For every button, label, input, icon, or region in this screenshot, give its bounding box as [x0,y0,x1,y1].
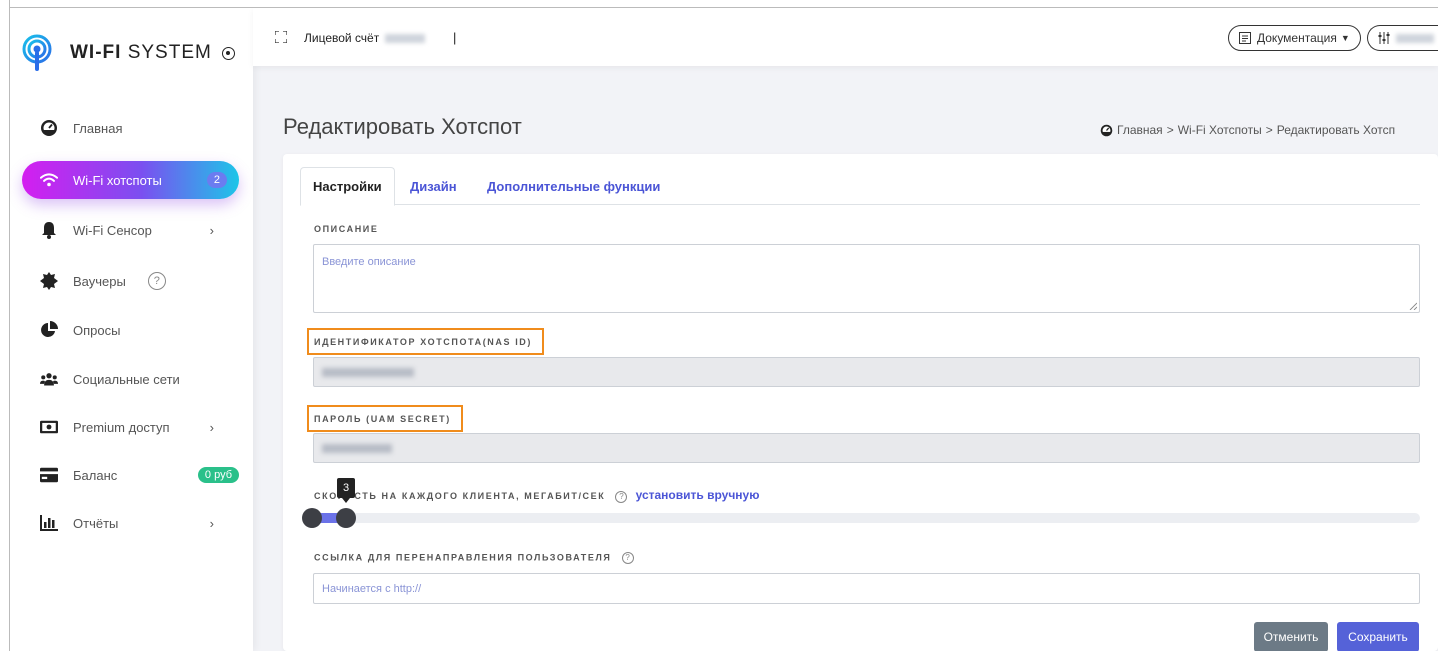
brand-name: WI-FI SYSTEM [70,42,212,63]
breadcrumb-separator: > [1166,123,1174,137]
user-menu-button[interactable] [1367,25,1438,51]
page-title: Редактировать Хотспот [283,114,522,139]
sidebar-item-label: Отчёты [73,515,119,531]
redirect-url-placeholder: Начинается с http:// [322,582,422,595]
sidebar-item-label: Социальные сети [73,371,180,387]
tab-extra-features[interactable]: Дополнительные функции [475,167,672,205]
bar-chart-icon [40,514,58,532]
pie-chart-icon [40,321,58,339]
resize-grip-icon[interactable] [1409,302,1417,310]
documentation-button[interactable]: Документация ▼ [1228,25,1361,51]
uam-secret-label: ПАРОЛЬ (UAM SECRET) [314,414,451,424]
chevron-right-icon: › [209,222,214,238]
save-button[interactable]: Сохранить [1337,622,1419,651]
sidebar-item-social[interactable]: Социальные сети [22,360,239,398]
user-name-redacted [1396,33,1434,43]
money-bill-icon [40,418,58,436]
brand-logo[interactable]: WI-FI SYSTEM [22,33,235,73]
sidebar-item-home[interactable]: Главная [22,109,239,147]
tab-bar: Настройки Дизайн Дополнительные функции [300,167,1420,206]
redirect-label: ССЫЛКА ДЛЯ ПЕРЕНАПРАВЛЕНИЯ ПОЛЬЗОВАТЕЛЯ … [314,552,634,564]
sidebar-item-surveys[interactable]: Опросы [22,311,239,349]
sidebar-item-balance[interactable]: Баланс 0 руб [22,456,239,494]
description-label: ОПИСАНИЕ [314,224,379,234]
wifi-icon [40,171,58,189]
uam-secret-field[interactable] [313,433,1420,463]
sidebar-item-label: Баланс [73,467,118,483]
redirect-url-input[interactable]: Начинается с http:// [313,573,1420,604]
users-icon [40,370,58,388]
description-placeholder: Введите описание [322,256,416,268]
breadcrumb-current: Редактировать Хотсп [1276,123,1396,137]
sidebar-item-label: Premium доступ [73,419,170,435]
balance-badge: 0 руб [197,467,239,483]
window-frame-top [0,0,1438,8]
help-icon[interactable]: ? [615,490,628,503]
caret-down-icon: ▼ [1340,33,1350,43]
description-textarea[interactable]: Введите описание [313,244,1420,313]
sidebar-item-vouchers[interactable]: Ваучеры ? [22,262,239,300]
help-icon[interactable]: ? [147,272,166,290]
sidebar-item-label: Ваучеры [73,273,126,289]
sidebar-item-premium[interactable]: Premium доступ › [22,408,239,446]
dashboard-icon [40,119,58,137]
chevron-right-icon: › [209,515,214,531]
speed-slider-track[interactable] [313,513,1420,523]
nas-id-value-redacted [322,367,414,377]
tab-design[interactable]: Дизайн [398,167,469,205]
account-number-redacted [385,34,426,44]
brand-mark-icon [221,46,235,60]
sidebar: WI-FI SYSTEM Главная Wi-Fi хотспоты 2 Wi… [10,8,253,651]
tab-settings[interactable]: Настройки [300,167,395,206]
account-number: Лицевой счёт [304,31,426,45]
fullscreen-icon[interactable] [274,30,288,44]
sidebar-item-label: Wi-Fi Сенсор [73,222,152,238]
speed-slider-min-handle[interactable] [302,508,322,528]
breadcrumb-hotspots[interactable]: Wi-Fi Хотспоты [1178,123,1262,137]
hotspot-count-badge: 2 [206,172,227,188]
sidebar-item-wifi-sensor[interactable]: Wi-Fi Сенсор › [22,211,239,249]
breadcrumb: Главная > Wi-Fi Хотспоты > Редактировать… [1100,123,1399,137]
settings-sliders-icon [1378,32,1390,44]
sidebar-item-label: Wi-Fi хотспоты [73,172,162,188]
wifi-logo-icon [22,34,52,72]
cancel-button[interactable]: Отменить [1254,622,1328,651]
divider: | [453,30,457,45]
nas-id-field[interactable] [313,357,1420,387]
sidebar-item-reports[interactable]: Отчёты › [22,504,239,542]
nas-id-label: ИДЕНТИФИКАТОР ХОТСПОТА(NAS ID) [314,337,532,347]
help-icon[interactable]: ? [621,552,634,564]
breadcrumb-separator: > [1265,123,1273,137]
sidebar-item-label: Главная [73,120,123,136]
speed-slider-handle[interactable] [336,508,356,528]
document-icon [1239,32,1251,44]
certificate-badge-icon [40,272,58,290]
sidebar-item-label: Опросы [73,322,121,338]
speed-slider-tooltip: 3 [337,478,355,503]
dashboard-icon [1100,124,1113,136]
top-bar: Лицевой счёт | Документация ▼ [253,8,1438,66]
window-frame-left [0,0,10,651]
sidebar-item-wifi-hotspots[interactable]: Wi-Fi хотспоты 2 [22,161,239,199]
documentation-label: Документация [1257,31,1337,45]
set-manually-link[interactable]: установить вручную [636,488,760,502]
bell-icon [40,221,58,239]
uam-secret-value-redacted [322,443,392,453]
chevron-right-icon: › [209,419,214,435]
speed-label: СКОР СТЬ НА КАЖДОГО КЛИЕНТА, МЕГАБИТ/СЕК … [314,488,760,503]
breadcrumb-home[interactable]: Главная [1117,123,1163,137]
credit-card-icon [40,466,58,484]
